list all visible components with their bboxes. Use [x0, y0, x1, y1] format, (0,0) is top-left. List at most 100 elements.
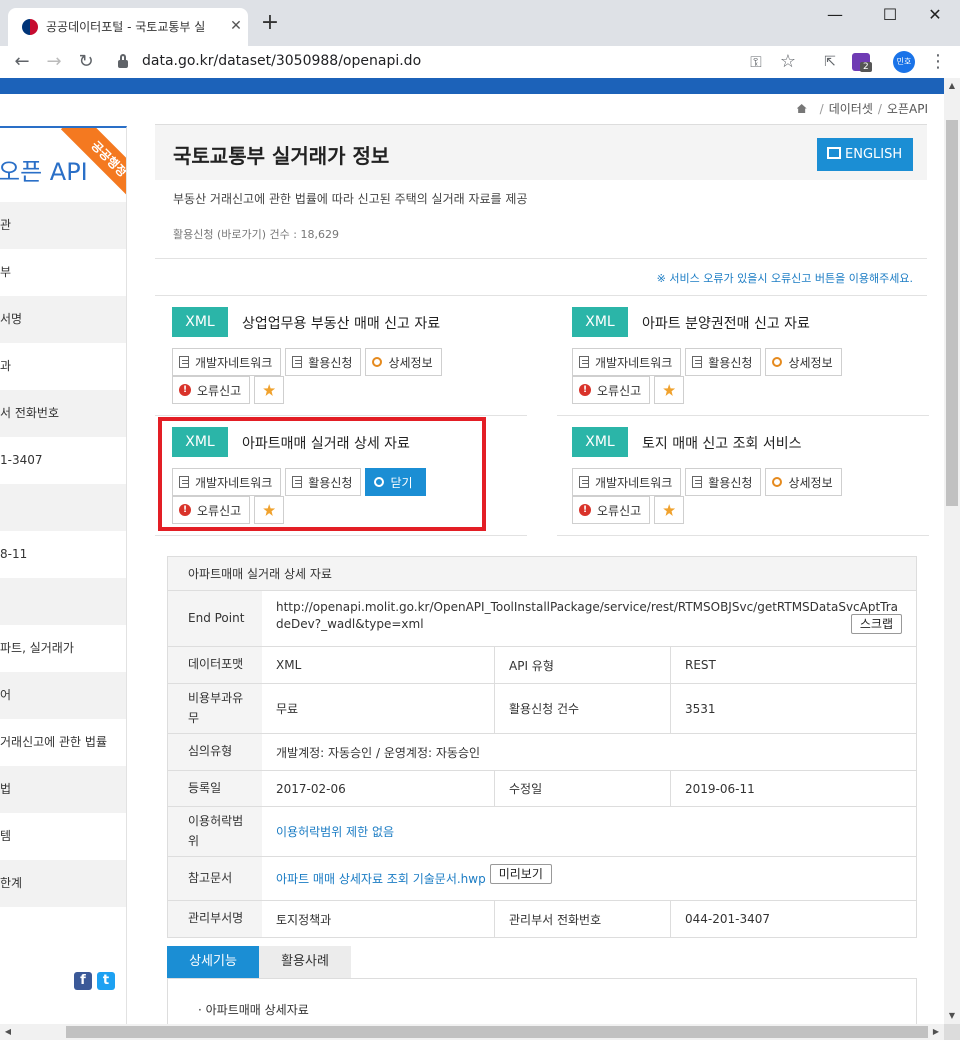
scroll-down-icon[interactable]: ▼: [944, 1008, 960, 1024]
error-report-button[interactable]: ! 오류신고: [572, 376, 651, 404]
endpoint-cell: http://openapi.molit.go.kr/OpenAPI_ToolI…: [262, 591, 916, 646]
favorite-button[interactable]: [654, 496, 685, 524]
api-type-label: API 유형: [495, 647, 671, 683]
english-button[interactable]: ENGLISH: [817, 138, 913, 171]
scroll-thumb[interactable]: [66, 1026, 928, 1038]
table-row: 심의유형 개발계정: 자동승인 / 운영계정: 자동승인: [168, 734, 916, 771]
magnifier-icon: [372, 357, 383, 367]
magnifier-icon: [772, 357, 783, 367]
endpoint-value: http://openapi.molit.go.kr/OpenAPI_ToolI…: [276, 600, 899, 631]
format-label: 데이터포맷: [168, 647, 262, 683]
vertical-scrollbar[interactable]: ▲ ▼: [944, 78, 960, 1024]
developer-network-button[interactable]: 개발자네트워크: [572, 348, 682, 376]
apply-button[interactable]: 활용신청: [285, 348, 362, 376]
scroll-up-icon[interactable]: ▲: [944, 78, 960, 94]
star-icon: [263, 384, 276, 396]
table-row: 참고문서 아파트 매매 상세자료 조회 기술문서.hwp 미리보기: [168, 857, 916, 901]
ribbon-label: 공공행정: [60, 128, 126, 206]
ref-doc-link[interactable]: 아파트 매매 상세자료 조회 기술문서.hwp: [276, 870, 486, 887]
apply-button[interactable]: 활용신청: [685, 468, 762, 496]
developer-network-button[interactable]: 개발자네트워크: [572, 468, 682, 496]
sidebar-row: 템: [0, 829, 12, 843]
favorite-button[interactable]: [254, 376, 285, 404]
error-report-button[interactable]: ! 오류신고: [572, 496, 651, 524]
scroll-left-icon[interactable]: ◀: [0, 1024, 16, 1040]
lock-icon: [118, 54, 128, 68]
scrap-button[interactable]: 스크랩: [850, 614, 902, 634]
apply-button[interactable]: 활용신청: [685, 348, 762, 376]
profile-avatar[interactable]: 민호: [893, 51, 915, 73]
xml-badge: XML: [572, 427, 628, 457]
apply-count-value: 3531: [685, 701, 716, 716]
scroll-right-icon[interactable]: ▶: [928, 1024, 944, 1040]
maximize-icon[interactable]: ☐: [875, 4, 905, 28]
mod-date-value: 2019-06-11: [685, 781, 755, 796]
alert-icon: !: [579, 504, 591, 516]
extension-badge: 2: [860, 62, 872, 72]
horizontal-scrollbar[interactable]: ◀ ▶: [0, 1024, 944, 1040]
dept-value: 토지정책과: [262, 901, 495, 937]
new-tab-icon[interactable]: +: [258, 12, 282, 36]
service-item: XML 토지 매매 신고 조회 서비스 개발자네트워크 활용신청 상세정보 ! 오…: [555, 416, 929, 536]
preview-button[interactable]: 미리보기: [489, 863, 552, 884]
button-label: 상세정보: [388, 355, 433, 370]
review-value: 개발계정: 자동승인 / 운영계정: 자동승인: [276, 745, 481, 760]
table-row: 관리부서명 토지정책과 관리부서 전화번호 044-201-3407: [168, 901, 916, 937]
browser-tab[interactable]: 공공데이터포털 - 국토교통부 실 ✕: [8, 8, 248, 46]
detail-tabs: 상세기능 활용사례: [167, 946, 917, 978]
dept-label: 관리부서명: [168, 901, 262, 937]
divider: [155, 258, 927, 259]
ref-doc-label: 참고문서: [168, 857, 262, 900]
detail-button[interactable]: 상세정보: [365, 348, 442, 376]
license-value[interactable]: 이용허락범위 제한 없음: [262, 807, 916, 856]
breadcrumb-dataset[interactable]: 데이터셋: [829, 102, 873, 116]
bookmark-star-icon[interactable]: ☆: [776, 50, 800, 74]
tab-detail-function[interactable]: 상세기능: [167, 946, 259, 978]
sidebar-row: 어: [0, 672, 126, 719]
error-report-button[interactable]: ! 오류신고: [172, 376, 251, 404]
sidebar-row: 한계: [0, 860, 126, 907]
dataset-description: 부동산 거래신고에 관한 법률에 따라 신고된 주택의 실거래 자료를 제공: [173, 192, 528, 206]
url-text: data.go.kr/dataset/3050988/openapi.do: [142, 53, 422, 69]
english-button-label: ENGLISH: [845, 147, 903, 162]
sidebar-row: 관: [0, 202, 126, 249]
xml-badge: XML: [572, 307, 628, 337]
facebook-icon[interactable]: f: [74, 972, 92, 990]
document-icon: [579, 476, 589, 488]
twitter-icon[interactable]: t: [97, 972, 115, 990]
tab-title: 공공데이터포털 - 국토교통부 실: [46, 20, 206, 34]
button-label: 개발자네트워크: [595, 355, 673, 370]
key-icon[interactable]: ⚿: [744, 50, 768, 74]
menu-kebab-icon[interactable]: ⋮: [926, 50, 950, 74]
button-label: 활용신청: [708, 475, 753, 490]
sidebar-row: 8-11: [0, 547, 28, 561]
breadcrumb-openapi[interactable]: 오픈API: [887, 102, 928, 116]
back-icon[interactable]: ←: [10, 50, 34, 74]
favorite-button[interactable]: [654, 376, 685, 404]
detail-button[interactable]: 상세정보: [765, 468, 842, 496]
address-bar[interactable]: data.go.kr/dataset/3050988/openapi.do: [108, 49, 808, 75]
usage-count[interactable]: 활용신청 (바로가기) 건수 : 18,629: [173, 226, 339, 242]
sidebar: 오픈 API 공공행정 관 부 서명 과 서 전화번호 1-3407 8-11 …: [0, 126, 127, 1024]
reload-icon[interactable]: ↻: [74, 50, 98, 74]
service-name: 토지 매매 신고 조회 서비스: [642, 436, 802, 452]
tab-use-cases[interactable]: 활용사례: [259, 946, 351, 978]
cursor-extension-icon[interactable]: ⇱: [818, 50, 842, 74]
forward-icon[interactable]: →: [42, 50, 66, 74]
service-item: XML 아파트 분양권전매 신고 자료 개발자네트워크 활용신청 상세정보 ! 오…: [555, 296, 929, 416]
detail-button[interactable]: 상세정보: [765, 348, 842, 376]
developer-network-button[interactable]: 개발자네트워크: [172, 348, 282, 376]
page-title: 국토교통부 실거래가 정보: [173, 144, 390, 168]
document-icon: [179, 356, 189, 368]
xml-badge: XML: [172, 307, 228, 337]
window-close-icon[interactable]: ✕: [920, 4, 950, 28]
sidebar-row: 1-3407: [0, 453, 43, 467]
minimize-icon[interactable]: —: [820, 4, 850, 28]
scroll-thumb[interactable]: [946, 120, 958, 506]
fee-value: 무료: [262, 684, 495, 733]
table-row: 등록일 2017-02-06 수정일 2019-06-11: [168, 771, 916, 807]
close-icon[interactable]: ✕: [226, 16, 246, 36]
sidebar-row: 부: [0, 265, 12, 279]
license-label: 이용허락범위: [168, 807, 262, 856]
home-icon[interactable]: [796, 104, 807, 113]
